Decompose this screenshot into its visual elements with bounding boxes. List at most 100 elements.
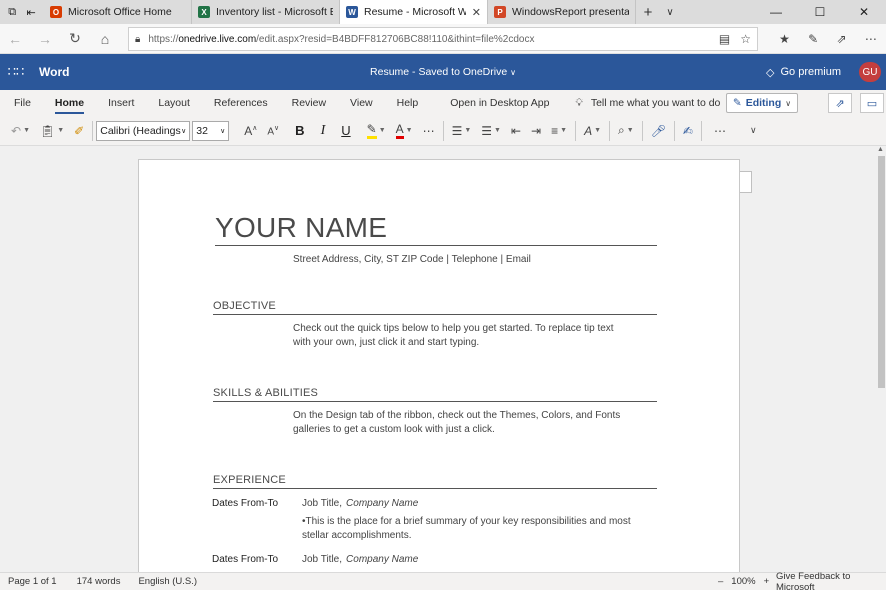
- bullets-button[interactable]: ☰ ▼: [447, 124, 477, 138]
- forward-button[interactable]: →: [30, 31, 60, 47]
- avatar[interactable]: GU: [859, 62, 881, 82]
- give-feedback-link[interactable]: Give Feedback to Microsoft: [776, 571, 886, 590]
- job-title-line[interactable]: Job Title, Company Name: [302, 554, 418, 565]
- toolbar-separator: [442, 120, 444, 141]
- editing-mode-button[interactable]: ✎ Editing ∨: [726, 93, 798, 113]
- open-in-desktop-app-button[interactable]: Open in Desktop App: [438, 90, 561, 116]
- zoom-level[interactable]: 100%: [731, 576, 755, 587]
- tab-file[interactable]: File: [0, 90, 43, 116]
- close-window-button[interactable]: ✕: [842, 0, 886, 24]
- web-note-pen-icon[interactable]: ✎: [808, 32, 818, 46]
- refresh-button[interactable]: ↻: [60, 30, 90, 47]
- vertical-scrollbar[interactable]: ▲: [876, 146, 886, 572]
- app-name[interactable]: Word: [39, 65, 69, 79]
- align-button[interactable]: ≡ ▼: [546, 124, 572, 138]
- share-button[interactable]: ⇗: [828, 93, 852, 113]
- browser-toolbar-right: ★ ✎ ⇗ ⋯: [770, 24, 886, 54]
- underline-button[interactable]: U: [336, 123, 355, 138]
- job-title-line[interactable]: Job Title, Company Name: [302, 498, 418, 509]
- shrink-font-button[interactable]: A∨: [262, 124, 284, 137]
- app-launcher-waffle-icon[interactable]: ∷∷: [1, 64, 31, 80]
- format-painter-button[interactable]: ✐: [69, 124, 89, 138]
- scroll-up-icon[interactable]: ▲: [877, 146, 884, 153]
- language-indicator[interactable]: English (U.S.): [138, 576, 197, 587]
- objective-text[interactable]: Check out the quick tips below to help y…: [293, 322, 623, 350]
- chevron-down-icon: ▼: [560, 127, 568, 134]
- font-size-select[interactable]: 32 ∨: [192, 120, 230, 141]
- maximize-button[interactable]: ☐: [798, 0, 842, 24]
- go-premium-button[interactable]: ◇ Go premium: [766, 54, 841, 90]
- editor-button[interactable]: ✍: [678, 124, 698, 138]
- more-font-options-button[interactable]: ⋯: [418, 124, 440, 138]
- contact-line[interactable]: Street Address, City, ST ZIP Code | Tele…: [293, 254, 531, 265]
- italic-button[interactable]: I: [316, 123, 331, 139]
- favorites-hub-icon[interactable]: ★: [779, 32, 790, 46]
- decrease-indent-button[interactable]: ⇤: [506, 124, 526, 138]
- experience-bullet[interactable]: •This is the place for a brief summary o…: [302, 515, 632, 543]
- highlight-button[interactable]: ✎ ▼: [362, 122, 391, 139]
- minimize-button[interactable]: —: [754, 0, 798, 24]
- tell-me-search[interactable]: 💡︎ Tell me what you want to do: [575, 97, 720, 110]
- experience-dates[interactable]: Dates From-To: [212, 554, 278, 565]
- comment-icon: ▭: [866, 97, 878, 110]
- font-name-select[interactable]: Calibri (Headings ∨: [96, 120, 191, 141]
- styles-button[interactable]: A ▼: [579, 124, 606, 138]
- more-options-icon: ⋯: [713, 123, 726, 138]
- increase-indent-button[interactable]: ⇥: [526, 124, 546, 138]
- undo-button[interactable]: ↶ ▼: [6, 124, 35, 138]
- word-count[interactable]: 174 words: [77, 576, 121, 587]
- zoom-in-button[interactable]: +: [764, 576, 770, 587]
- set-tabs-aside-icon[interactable]: ⇤: [27, 6, 36, 19]
- job-title: Job Title,: [302, 554, 343, 565]
- tab-review[interactable]: Review: [280, 90, 338, 116]
- dictate-button[interactable]: 🎤︎: [646, 124, 671, 138]
- collapse-ribbon-button[interactable]: ∨: [745, 125, 762, 136]
- toolbar-separator: [641, 120, 643, 141]
- resume-name[interactable]: YOUR NAME: [215, 212, 657, 246]
- find-button[interactable]: ⌕ ▼: [613, 123, 639, 138]
- scrollbar-thumb[interactable]: [878, 156, 885, 388]
- font-color-button[interactable]: A ▼: [391, 122, 418, 139]
- document-page[interactable]: YOUR NAME Street Address, City, ST ZIP C…: [138, 159, 740, 572]
- objective-line: with your own, just click it and start t…: [293, 337, 480, 348]
- lock-icon[interactable]: 🔒︎: [135, 34, 140, 45]
- grow-font-button[interactable]: A∧: [239, 124, 262, 138]
- tab-insert[interactable]: Insert: [96, 90, 146, 116]
- reading-view-icon[interactable]: ▤: [719, 32, 730, 46]
- document-canvas[interactable]: YOUR NAME Street Address, City, ST ZIP C…: [0, 146, 876, 572]
- document-title[interactable]: Resume - Saved to OneDrive ∨: [370, 66, 516, 78]
- more-commands-button[interactable]: ⋯: [709, 124, 731, 138]
- close-tab-icon[interactable]: ✕: [472, 6, 481, 19]
- excel-icon: X: [198, 6, 210, 18]
- tab-home[interactable]: Home: [43, 90, 96, 116]
- tab-view[interactable]: View: [338, 90, 385, 116]
- browser-tab-resume-word[interactable]: W Resume - Microsoft Wo ✕: [340, 0, 488, 24]
- browser-tab-office-home[interactable]: O Microsoft Office Home: [44, 0, 192, 24]
- paste-button[interactable]: 📋︎ ▼: [35, 124, 69, 138]
- experience-dates[interactable]: Dates From-To: [212, 498, 278, 509]
- tab-strip-spacer: [680, 0, 754, 24]
- url-field[interactable]: 🔒︎ https://onedrive.live.com/edit.aspx?r…: [128, 27, 758, 51]
- tab-layout[interactable]: Layout: [146, 90, 202, 116]
- favorite-star-icon[interactable]: ☆: [740, 32, 751, 46]
- objective-heading[interactable]: OBJECTIVE: [213, 300, 657, 315]
- browser-tab-inventory-excel[interactable]: X Inventory list - Microsoft Ex: [192, 0, 340, 24]
- skills-text[interactable]: On the Design tab of the ribbon, check o…: [293, 409, 623, 437]
- home-button[interactable]: ⌂: [90, 31, 120, 47]
- tab-references[interactable]: References: [202, 90, 280, 116]
- new-tab-button[interactable]: +: [636, 0, 660, 24]
- more-options-icon[interactable]: ⋯: [865, 32, 877, 46]
- comments-button[interactable]: ▭: [860, 93, 884, 113]
- share-icon[interactable]: ⇗: [836, 32, 846, 46]
- experience-heading[interactable]: EXPERIENCE: [213, 474, 657, 489]
- tab-overview-icon[interactable]: ⧉: [8, 6, 16, 19]
- browser-tab-powerpoint[interactable]: P WindowsReport presentatic: [488, 0, 636, 24]
- paintbrush-icon: ✐: [74, 123, 85, 138]
- skills-heading[interactable]: SKILLS & ABILITIES: [213, 387, 657, 402]
- bold-button[interactable]: B: [290, 123, 309, 138]
- back-button[interactable]: ←: [0, 31, 30, 47]
- zoom-out-button[interactable]: –: [718, 576, 723, 587]
- tab-help[interactable]: Help: [385, 90, 431, 116]
- numbering-button[interactable]: ☰ ▼: [476, 124, 506, 138]
- tab-list-chevron-icon[interactable]: ∨: [660, 0, 680, 24]
